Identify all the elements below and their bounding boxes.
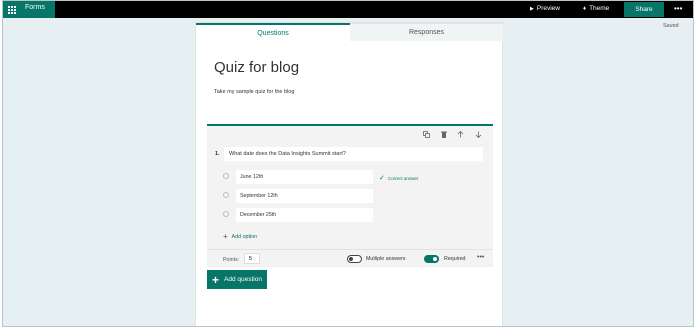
play-icon: ▶ [530,5,534,12]
form-card: Questions Responses Quiz for blog Take m… [195,22,503,326]
question-text-input[interactable]: What date does the Data Insights Summit … [224,147,483,161]
theme-button[interactable]: ♦ Theme [583,5,609,12]
add-option-label: Add option [231,233,258,240]
theme-label: Theme [589,5,610,12]
question-more-icon[interactable]: ••• [477,254,484,261]
option-input-2[interactable]: September 12th [236,189,373,203]
multiple-answers-label: Multiple answers [366,256,406,262]
preview-button[interactable]: ▶ Preview [530,5,560,12]
points-label: Points: [223,257,240,263]
top-bar: Forms ▶ Preview ♦ Theme Share ••• [3,1,693,18]
form-title[interactable]: Quiz for blog [214,59,299,76]
form-description[interactable]: Take my sample quiz for the blog [214,89,294,95]
copy-icon[interactable] [423,131,430,140]
share-button[interactable]: Share [624,2,664,17]
plus-icon: + [212,272,220,287]
points-input[interactable]: 5 [244,253,260,264]
question-number: 1. [215,151,220,157]
waffle-icon[interactable] [8,6,16,14]
required-label: Required [444,256,466,262]
app-launcher[interactable]: Forms [3,1,55,18]
option-radio[interactable] [223,211,229,217]
option-radio[interactable] [223,192,229,198]
app-window: Forms ▶ Preview ♦ Theme Share ••• Saved … [2,0,694,327]
arrow-down-icon[interactable] [475,131,482,140]
multiple-answers-toggle[interactable] [347,255,362,263]
add-option-button[interactable]: + Add option [223,232,257,241]
correct-answer-marker[interactable]: ✓ Correct answer [379,174,418,182]
app-name[interactable]: Forms [25,4,45,11]
trash-icon[interactable] [441,131,447,140]
option-input-1[interactable]: June 12th [236,170,373,184]
arrow-up-icon[interactable] [457,130,464,140]
more-options-icon[interactable]: ••• [674,4,682,13]
option-input-3[interactable]: December 25th [236,208,373,222]
tab-questions[interactable]: Questions [196,23,350,41]
tab-responses[interactable]: Responses [350,23,503,41]
add-question-button[interactable]: + Add question [207,270,267,289]
question-footer: Points: 5 Multiple answers Required ••• [207,249,493,267]
add-question-label: Add question [224,276,262,283]
checkmark-icon: ✓ [379,175,385,182]
plus-icon: + [223,232,228,241]
required-toggle[interactable] [424,255,439,263]
paint-icon: ♦ [583,5,587,12]
preview-label: Preview [536,5,560,12]
option-radio[interactable] [223,173,229,179]
correct-answer-label: Correct answer [387,175,419,181]
saved-status: Saved [663,23,679,29]
question-panel: 1. What date does the Data Insights Summ… [207,124,493,267]
